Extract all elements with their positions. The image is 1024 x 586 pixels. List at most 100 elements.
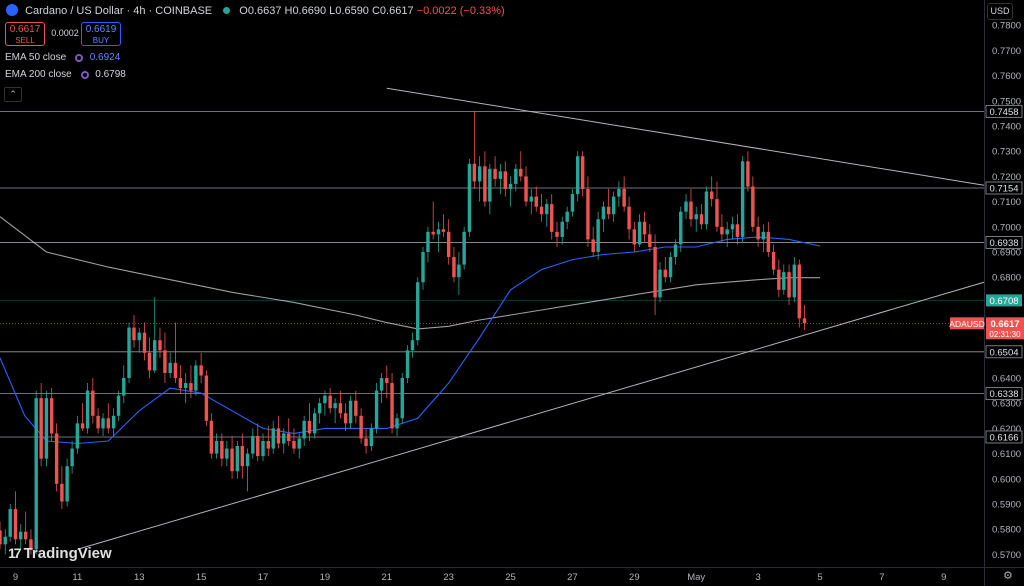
buy-button[interactable]: 0.6619 BUY (81, 22, 121, 46)
candle-body (570, 194, 575, 212)
price-chart[interactable]: 0.78000.77000.76000.75000.74000.73000.72… (0, 0, 1024, 586)
candle-body (317, 403, 322, 414)
indicator-ema-200[interactable]: EMA 200 close 0.6798 (5, 69, 126, 80)
candle-body (142, 332, 147, 353)
candle-body (596, 219, 600, 252)
loading-icon (74, 54, 83, 62)
price-tick-label: 0.7400 (992, 122, 1021, 133)
candle-body (209, 420, 214, 454)
candle-body (684, 201, 688, 212)
sell-label: SELL (15, 36, 35, 45)
symbol-label: ADAUSD (949, 319, 984, 329)
candle-body (431, 231, 435, 235)
candle-body (472, 163, 477, 182)
candle (550, 194, 554, 240)
symbol-title[interactable]: Cardano / US Dollar · 4h · COINBASE (25, 5, 212, 17)
candle (679, 206, 683, 252)
candle (199, 352, 203, 384)
candle (261, 433, 265, 462)
candle (534, 186, 538, 212)
candle (348, 395, 353, 429)
candle-body (565, 211, 569, 222)
candle-body (39, 398, 43, 459)
candle-body (735, 224, 740, 237)
candle-body (0, 530, 2, 545)
sell-button[interactable]: 0.6617 SELL (5, 22, 45, 46)
candle (292, 428, 296, 454)
candle (441, 214, 446, 237)
candle-body (101, 418, 105, 429)
candle (632, 221, 637, 252)
level-price-label: 0.6504 (989, 347, 1018, 358)
candle-body (214, 441, 219, 454)
candle (591, 226, 595, 258)
candle (622, 176, 626, 212)
spread-value: 0.0002 (51, 28, 79, 38)
time-tick-label: 29 (629, 572, 640, 583)
candle (606, 189, 611, 220)
candle-body (462, 231, 466, 265)
candle-body (245, 453, 250, 467)
price-tick-label: 0.5900 (992, 500, 1021, 511)
candle (178, 365, 183, 394)
candle (410, 332, 415, 358)
candle-body (622, 189, 626, 207)
candle (256, 423, 260, 462)
candle (333, 398, 337, 424)
candle-body (586, 189, 590, 240)
candle (137, 327, 141, 353)
price-tick-label: 0.6400 (992, 374, 1021, 385)
candle-body (343, 413, 348, 424)
candle-body (106, 418, 111, 429)
candle (539, 194, 544, 222)
candle (364, 428, 368, 454)
candle-body (730, 224, 735, 230)
candle-body (545, 204, 549, 215)
candle-body (648, 234, 652, 247)
candle-body (751, 186, 755, 227)
chevron-up-icon[interactable]: ⌃ (4, 87, 22, 102)
candle (54, 423, 59, 492)
candle-body (611, 196, 616, 215)
candle-body (405, 350, 410, 378)
candle (0, 521, 2, 550)
price-tick-label: 0.7600 (992, 71, 1021, 82)
level-price-label: 0.7458 (989, 107, 1018, 118)
indicator-ema-50[interactable]: EMA 50 close 0.6924 (5, 52, 120, 63)
trendline (77, 281, 985, 550)
candle (85, 383, 90, 434)
candle (560, 216, 564, 245)
candle (106, 403, 111, 434)
candle-body (627, 206, 631, 230)
candle-body (426, 231, 430, 252)
candle (611, 191, 616, 222)
candle-body (488, 168, 492, 202)
loading-icon (80, 71, 89, 79)
candle-body (354, 400, 358, 416)
candle-body (385, 378, 389, 384)
candle-body (348, 400, 353, 424)
currency-button[interactable]: USD (987, 3, 1013, 20)
level-price-label: 0.7154 (989, 183, 1018, 194)
bar-countdown-label: 02:31:30 (989, 330, 1021, 339)
candle-body (771, 252, 776, 270)
market-status-icon (223, 7, 231, 14)
candle-body (199, 365, 203, 376)
time-tick-label: 19 (320, 572, 331, 583)
candle (39, 383, 43, 467)
candle-body (194, 365, 198, 391)
candle (524, 166, 528, 207)
indicator-label: EMA 200 close (5, 69, 72, 80)
candle (209, 413, 214, 459)
price-tick-label: 0.7300 (992, 147, 1021, 158)
candle (508, 176, 513, 207)
candle-body (756, 226, 760, 240)
candle-body (715, 199, 719, 227)
candle (240, 433, 244, 479)
candle-body (132, 327, 136, 341)
candle (627, 196, 631, 240)
gear-icon[interactable]: ⚙ (1003, 569, 1013, 582)
sell-price: 0.6617 (9, 24, 41, 35)
candle (405, 345, 410, 384)
candle-body (328, 395, 332, 409)
